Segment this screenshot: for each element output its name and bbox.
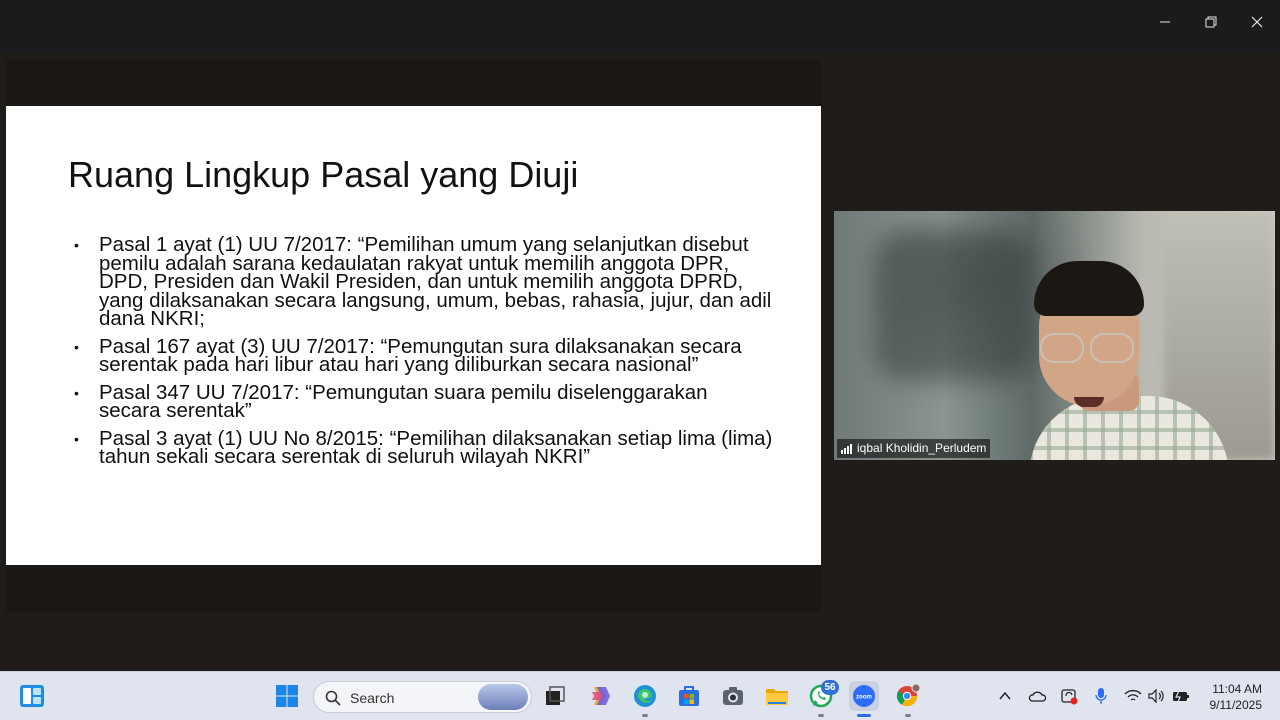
slide-bullet: Pasal 167 ayat (3) UU 7/2017: “Pemunguta…: [74, 336, 774, 375]
cloud-icon: [1028, 691, 1046, 702]
whatsapp-notification-badge: 56: [821, 680, 839, 695]
person-hair: [1034, 261, 1144, 316]
clock-date: 9/11/2025: [1209, 698, 1263, 712]
task-view-button[interactable]: [541, 682, 569, 710]
clock-time: 11:04 AM: [1212, 682, 1262, 696]
copilot-button[interactable]: [586, 682, 614, 710]
widgets-icon: [20, 685, 44, 707]
microsoft-store-icon: [679, 686, 699, 706]
edge-running-indicator: [642, 714, 648, 717]
participant-video[interactable]: iqbal Kholidin_Perludem: [834, 211, 1275, 460]
whatsapp-running-indicator: [818, 714, 824, 717]
folder-icon: [766, 689, 788, 705]
edge-button[interactable]: [631, 682, 659, 710]
volume-button[interactable]: [1148, 687, 1166, 705]
microphone-icon: [1095, 688, 1107, 704]
camera-button[interactable]: [719, 682, 747, 710]
task-view-icon: [546, 686, 565, 705]
search-placeholder: Search: [350, 690, 395, 706]
slide-title: Ruang Lingkup Pasal yang Diuji: [68, 154, 579, 195]
glasses-right: [1090, 333, 1134, 363]
close-icon: [1251, 16, 1263, 28]
start-button[interactable]: [273, 682, 301, 710]
windows-logo-icon: [276, 685, 298, 707]
participant-name: iqbal Kholidin_Perludem: [857, 441, 987, 455]
widgets-button[interactable]: [18, 682, 46, 710]
slide-bullet-list: Pasal 1 ayat (1) UU 7/2017: “Pemilihan u…: [74, 234, 774, 476]
chevron-up-icon: [999, 691, 1011, 700]
show-hidden-icons-button[interactable]: [996, 687, 1014, 705]
camera-icon: [723, 687, 743, 705]
slide-bullet: Pasal 347 UU 7/2017: “Pemungutan suara p…: [74, 382, 774, 421]
title-bar: [0, 0, 1280, 53]
speaker-icon: [1148, 689, 1164, 703]
slide-bullet: Pasal 1 ayat (1) UU 7/2017: “Pemilihan u…: [74, 234, 774, 328]
video-background: [874, 231, 1034, 381]
chrome-button[interactable]: [894, 682, 922, 710]
microphone-button[interactable]: [1092, 687, 1110, 705]
slide-bullet: Pasal 3 ayat (1) UU No 8/2015: “Pemiliha…: [74, 428, 774, 467]
wifi-button[interactable]: [1124, 687, 1142, 705]
zoom-icon: zoom: [853, 685, 875, 707]
onedrive-button[interactable]: [1028, 687, 1046, 705]
zoom-button[interactable]: zoom: [849, 681, 879, 711]
sync-status-button[interactable]: [1060, 687, 1078, 705]
close-button[interactable]: [1234, 0, 1280, 44]
glasses-left: [1040, 333, 1084, 363]
system-clock[interactable]: 11:04 AM 9/11/2025: [1210, 681, 1263, 713]
file-explorer-button[interactable]: [763, 682, 791, 710]
chrome-running-indicator: [905, 714, 911, 717]
taskbar: Search 56 zoom 11:04 AM 9/11/2025: [0, 671, 1280, 720]
search-highlight-image: [478, 684, 528, 710]
taskbar-search-box[interactable]: Search: [313, 681, 532, 713]
chrome-icon: [896, 683, 921, 707]
zoom-active-indicator: [857, 714, 871, 717]
edge-icon: [634, 685, 656, 707]
wifi-icon: [1124, 689, 1142, 701]
minimize-icon: [1160, 21, 1170, 23]
battery-button[interactable]: [1172, 687, 1190, 705]
signal-strength-icon: [841, 443, 853, 454]
search-icon: [325, 690, 341, 706]
participant-name-tag: iqbal Kholidin_Perludem: [837, 439, 991, 458]
sync-alert-icon: [1061, 689, 1078, 705]
restore-icon: [1205, 16, 1217, 28]
shared-slide: Ruang Lingkup Pasal yang Diuji Pasal 1 a…: [6, 106, 821, 565]
svg-text:zoom: zoom: [856, 695, 872, 701]
restore-button[interactable]: [1188, 0, 1234, 44]
store-button[interactable]: [675, 682, 703, 710]
copilot-icon: [592, 687, 610, 705]
battery-charging-icon: [1173, 690, 1189, 703]
minimize-button[interactable]: [1142, 0, 1188, 44]
